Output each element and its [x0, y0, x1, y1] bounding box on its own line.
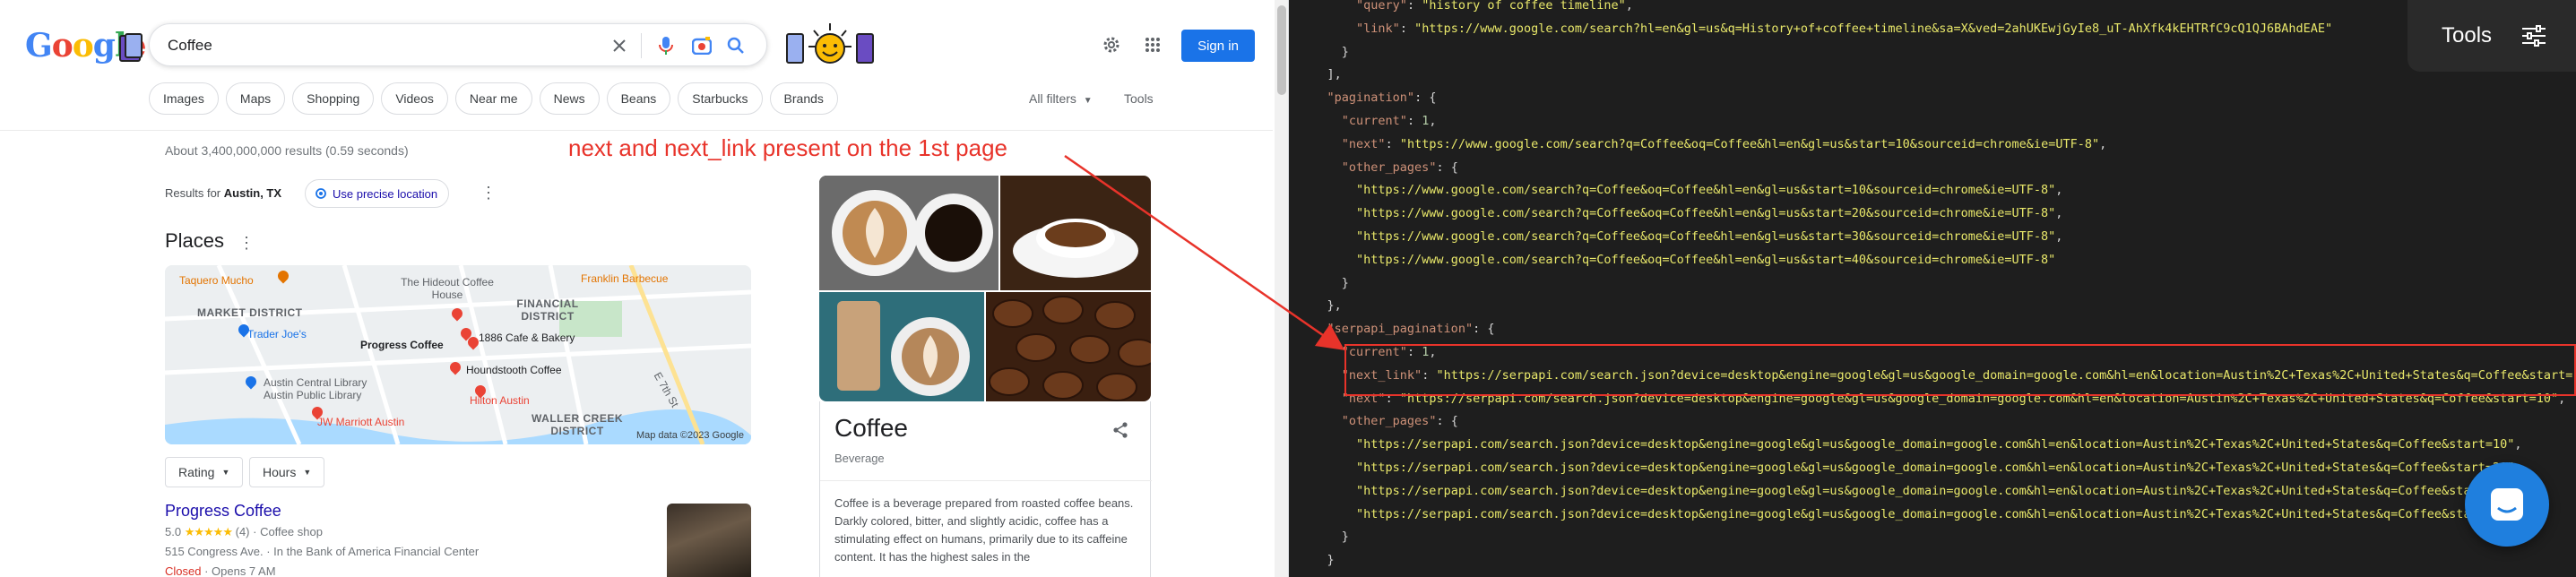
tools-panel[interactable]: Tools [2407, 0, 2576, 72]
chat-icon [2491, 488, 2523, 521]
sliders-icon[interactable] [2522, 25, 2546, 51]
annotation-arrow [1064, 154, 1345, 350]
tools-panel-label: Tools [2442, 23, 2493, 47]
chat-support-button[interactable] [2465, 462, 2549, 547]
